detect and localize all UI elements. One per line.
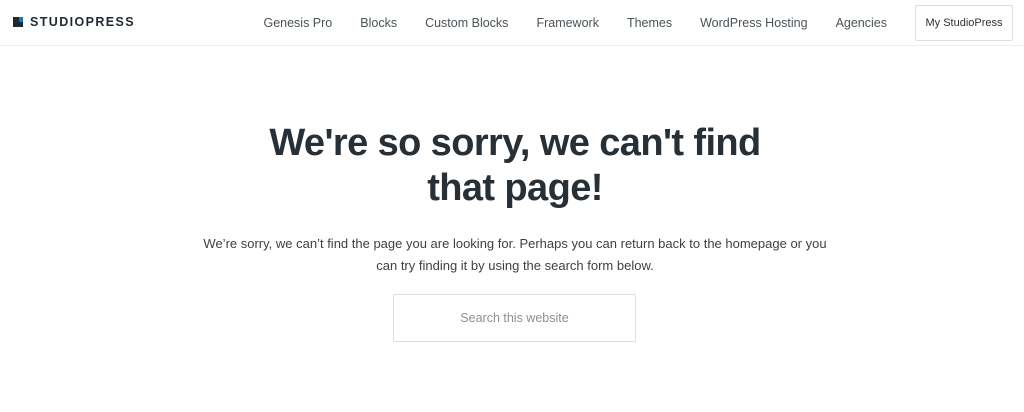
page-title: We're so sorry, we can't find that page! [269,122,761,209]
nav-item-custom-blocks[interactable]: Custom Blocks [425,16,508,30]
studiopress-logo-icon [13,17,23,27]
nav-item-wordpress-hosting[interactable]: WordPress Hosting [700,16,807,30]
site-header: STUDIOPRESS Genesis Pro Blocks Custom Bl… [0,0,1024,46]
nav-item-agencies[interactable]: Agencies [836,16,887,30]
main-nav: Genesis Pro Blocks Custom Blocks Framewo… [263,0,1024,46]
logo-text: STUDIOPRESS [30,15,135,29]
nav-item-framework[interactable]: Framework [536,16,599,30]
search-input[interactable] [393,294,636,342]
my-studiopress-button[interactable]: My StudioPress [915,5,1013,41]
nav-item-blocks[interactable]: Blocks [360,16,397,30]
error-description: We’re sorry, we can’t find the page you … [203,236,827,273]
nav-item-themes[interactable]: Themes [627,16,672,30]
nav-item-genesis-pro[interactable]: Genesis Pro [263,16,332,30]
studiopress-logo[interactable]: STUDIOPRESS [13,14,135,30]
